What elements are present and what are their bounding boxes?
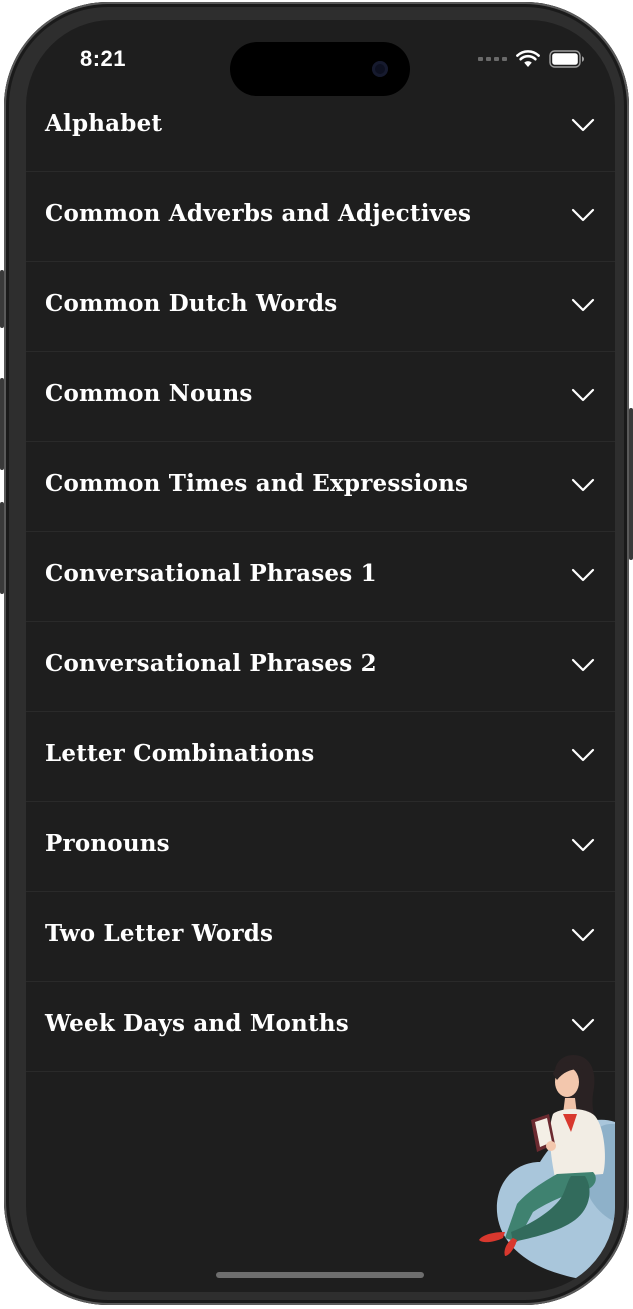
topic-row-common-times-and-expressions[interactable]: Common Times and Expressions [26,442,615,532]
volume-up-button [0,378,4,470]
power-button [629,408,633,560]
chevron-down-icon[interactable] [571,118,595,132]
topic-label: Common Dutch Words [45,290,338,317]
chevron-down-icon[interactable] [571,478,595,492]
status-time: 8:21 [80,46,127,71]
chevron-down-icon[interactable] [571,298,595,312]
status-indicators [478,48,585,70]
chevron-down-icon[interactable] [571,568,595,582]
topic-label: Letter Combinations [45,740,315,767]
camera-icon [372,61,388,77]
topic-label: Pronouns [45,830,170,857]
topic-label: Week Days and Months [45,1010,349,1037]
topic-label: Conversational Phrases 1 [45,560,377,587]
topic-label: Conversational Phrases 2 [45,650,377,677]
topic-row-pronouns[interactable]: Pronouns [26,802,615,892]
topic-row-letter-combinations[interactable]: Letter Combinations [26,712,615,802]
chevron-down-icon[interactable] [571,658,595,672]
topic-row-alphabet[interactable]: Alphabet [26,82,615,172]
screen: 8:21 Alphabet Common Adverbs and Adjecti… [26,20,615,1292]
topic-label: Common Adverbs and Adjectives [45,200,472,227]
topic-label: Alphabet [45,110,163,137]
reading-woman-illustration [479,1054,615,1281]
chevron-down-icon[interactable] [571,208,595,222]
chevron-down-icon[interactable] [571,388,595,402]
home-indicator[interactable] [216,1272,424,1278]
topic-row-conversational-phrases-2[interactable]: Conversational Phrases 2 [26,622,615,712]
topic-row-common-adverbs-and-adjectives[interactable]: Common Adverbs and Adjectives [26,172,615,262]
action-button [0,270,4,328]
topic-list: Alphabet Common Adverbs and Adjectives C… [26,82,615,1072]
wifi-icon [516,50,540,67]
topic-row-common-dutch-words[interactable]: Common Dutch Words [26,262,615,352]
volume-down-button [0,502,4,594]
battery-icon [549,50,584,68]
topic-label: Two Letter Words [45,920,274,947]
topic-label: Common Times and Expressions [45,470,469,497]
topic-row-conversational-phrases-1[interactable]: Conversational Phrases 1 [26,532,615,622]
topic-row-common-nouns[interactable]: Common Nouns [26,352,615,442]
chevron-down-icon[interactable] [571,1018,595,1032]
chevron-down-icon[interactable] [571,928,595,942]
signal-icon [478,57,507,61]
phone-frame: 8:21 Alphabet Common Adverbs and Adjecti… [0,2,633,1305]
chevron-down-icon[interactable] [571,748,595,762]
topic-row-two-letter-words[interactable]: Two Letter Words [26,892,615,982]
chevron-down-icon[interactable] [571,838,595,852]
topic-label: Common Nouns [45,380,253,407]
